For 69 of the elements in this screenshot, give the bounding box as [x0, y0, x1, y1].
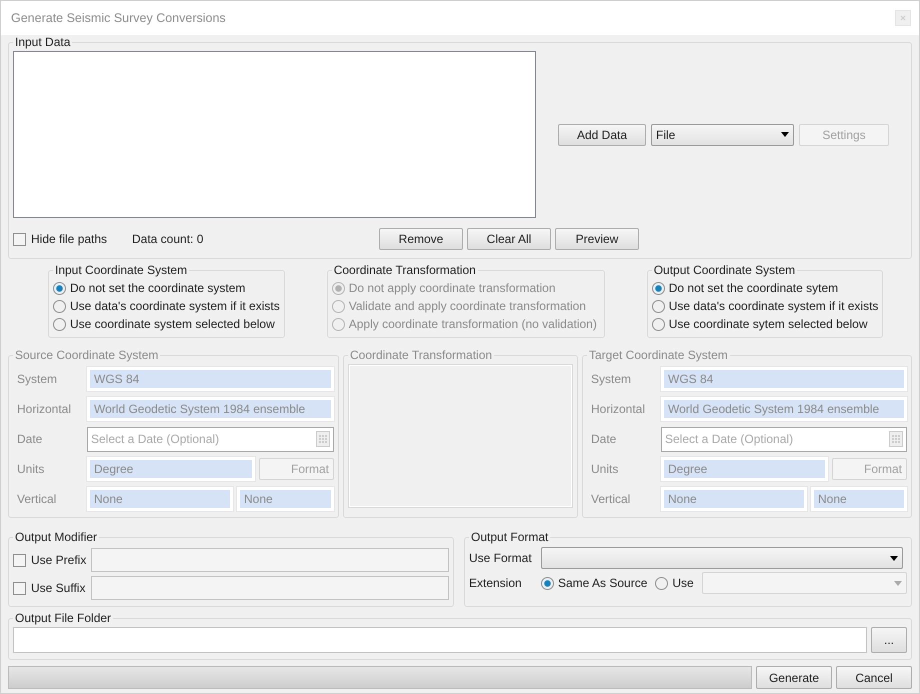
group-title: Output File Folder [14, 611, 112, 625]
browse-button[interactable]: ... [871, 627, 907, 653]
radio-label: Do not set the coordinate sytem [668, 281, 838, 295]
radio-label: Same As Source [558, 576, 648, 590]
checkbox-label: Use Prefix [31, 553, 86, 567]
radio-button[interactable] [652, 282, 665, 294]
checkbox-label: Hide file paths [31, 232, 108, 246]
radio-label: Apply coordinate transformation (no validation) [348, 317, 597, 331]
radio-label: Use [672, 576, 694, 590]
calendar-icon[interactable] [316, 431, 330, 447]
group-title: Input Data [14, 35, 72, 49]
text-field[interactable] [91, 548, 449, 572]
radio-button[interactable] [652, 318, 665, 330]
checkbox[interactable] [13, 582, 26, 594]
caret-icon [781, 132, 789, 137]
field-label: Vertical [590, 492, 632, 506]
radio-button[interactable] [53, 300, 66, 312]
caret-icon [894, 580, 902, 586]
radio-label: Do not set the coordinate system [70, 281, 246, 295]
group-title: Output Coordinate System [652, 263, 796, 277]
field-label: Units [590, 462, 620, 476]
source-type-dropdown[interactable]: File [651, 124, 794, 146]
data-count: Data count: 0 [132, 232, 204, 246]
list-button[interactable]: Preview [555, 228, 639, 250]
radio-label: Use data's coordinate system if it exists [668, 299, 878, 313]
field-label: Date [16, 432, 44, 446]
field-label: Horizontal [16, 402, 72, 416]
field-label: Vertical [16, 492, 58, 506]
format-dropdown[interactable] [541, 547, 903, 569]
extension-dropdown[interactable] [702, 572, 907, 594]
field-label: Extension [469, 576, 523, 590]
add-data-button[interactable]: Add Data [558, 124, 646, 146]
radio-button[interactable] [53, 282, 66, 294]
footer-button[interactable]: Generate [756, 666, 832, 689]
field-label: Use Format [469, 551, 533, 565]
radio-label: Use coordinate system selected below [70, 317, 275, 331]
window-title: Generate Seismic Survey Conversions [11, 11, 226, 25]
radio-label: Do not apply coordinate transformation [348, 281, 556, 295]
group-title: Coordinate Transformation [332, 263, 477, 277]
group-title: Input Coordinate System [54, 263, 188, 277]
close-icon [900, 15, 906, 21]
field-label: System [590, 372, 632, 386]
radio-button[interactable] [541, 576, 554, 590]
radio-label: Validate and apply coordinate transformation [348, 299, 586, 313]
radio-button[interactable] [655, 576, 668, 590]
calendar-icon[interactable] [889, 431, 903, 447]
field-label: System [16, 372, 58, 386]
checkbox-label: Use Suffix [31, 581, 86, 595]
close-button[interactable] [895, 10, 911, 26]
group-title: Target Coordinate System [588, 348, 729, 362]
list-button[interactable]: Clear All [467, 228, 551, 250]
group-title: Output Modifier [14, 530, 98, 544]
field-label: Date [590, 432, 618, 446]
checkbox[interactable] [13, 232, 26, 246]
group-title: Output Format [470, 530, 550, 544]
caret-icon [890, 556, 898, 560]
field-label: Units [16, 462, 46, 476]
text-field[interactable] [91, 576, 449, 600]
radio-button[interactable] [652, 300, 665, 312]
checkbox[interactable] [13, 554, 26, 566]
field-label: Horizontal [590, 402, 646, 416]
radio-button[interactable] [53, 318, 66, 330]
group-title: Source Coordinate System [14, 348, 160, 362]
folder-field[interactable] [13, 627, 867, 653]
group-title: Coordinate Transformation [349, 348, 494, 362]
list-button[interactable]: Remove [379, 228, 463, 250]
footer-button[interactable]: Cancel [836, 666, 912, 689]
radio-label: Use data's coordinate system if it exists [70, 299, 280, 313]
radio-label: Use coordinate sytem selected below [668, 317, 868, 331]
